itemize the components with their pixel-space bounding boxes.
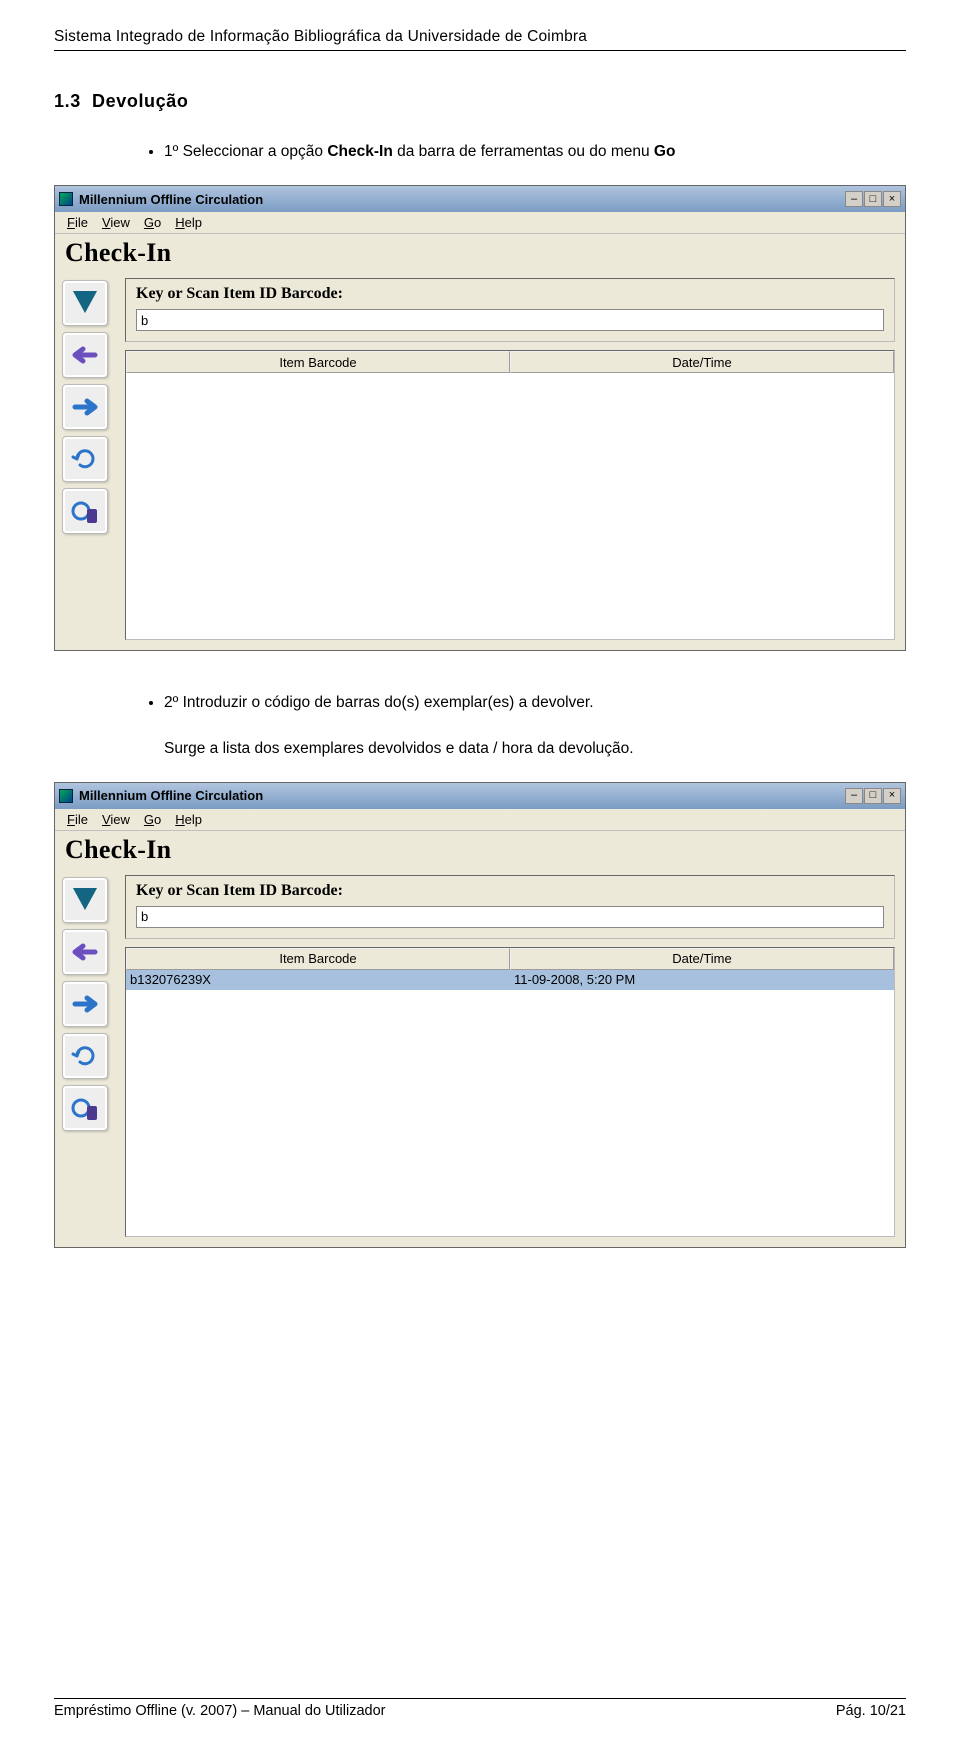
menu-view[interactable]: View bbox=[96, 213, 136, 232]
table-body-empty bbox=[126, 373, 894, 639]
window-title: Millennium Offline Circulation bbox=[79, 788, 263, 803]
col-datetime[interactable]: Date/Time bbox=[510, 948, 894, 970]
text: 1º Seleccionar a opção bbox=[164, 143, 327, 160]
instruction-item-1: 1º Seleccionar a opção Check-In da barra… bbox=[164, 140, 906, 163]
maximize-button[interactable]: □ bbox=[864, 788, 882, 804]
titlebar: Millennium Offline Circulation – □ × bbox=[55, 783, 905, 809]
checkin-bold: Check-In bbox=[327, 143, 392, 160]
toolbar-user-icon[interactable] bbox=[62, 1085, 108, 1131]
cell-barcode: b132076239X bbox=[126, 970, 510, 990]
footer-left: Empréstimo Offline (v. 2007) – Manual do… bbox=[54, 1703, 386, 1719]
page-title: Check-In bbox=[55, 831, 905, 867]
toolbar-arrow-left-icon[interactable] bbox=[62, 929, 108, 975]
menubar: File View Go Help bbox=[55, 809, 905, 831]
app-window-2: Millennium Offline Circulation – □ × Fil… bbox=[54, 782, 906, 1248]
menu-help[interactable]: Help bbox=[169, 810, 208, 829]
toolbar-left bbox=[57, 278, 113, 640]
table-row[interactable]: b132076239X 11-09-2008, 5:20 PM bbox=[126, 970, 894, 990]
toolbar-sync-icon[interactable] bbox=[62, 1033, 108, 1079]
col-barcode[interactable]: Item Barcode bbox=[126, 351, 510, 373]
toolbar-arrow-left-icon[interactable] bbox=[62, 332, 108, 378]
app-icon bbox=[59, 789, 73, 803]
barcode-group: Key or Scan Item ID Barcode: bbox=[125, 278, 895, 342]
section-name: Devolução bbox=[92, 91, 188, 111]
barcode-label: Key or Scan Item ID Barcode: bbox=[136, 882, 884, 900]
go-bold: Go bbox=[654, 143, 676, 160]
toolbar-left bbox=[57, 875, 113, 1237]
titlebar: Millennium Offline Circulation – □ × bbox=[55, 186, 905, 212]
document-header: Sistema Integrado de Informação Bibliogr… bbox=[54, 28, 906, 51]
footer-right: Pág. 10/21 bbox=[836, 1703, 906, 1719]
barcode-input[interactable] bbox=[136, 906, 884, 928]
toolbar-user-icon[interactable] bbox=[62, 488, 108, 534]
toolbar-sync-icon[interactable] bbox=[62, 436, 108, 482]
instruction-item-3: Surge a lista dos exemplares devolvidos … bbox=[164, 737, 906, 760]
section-number: 1.3 bbox=[54, 91, 81, 111]
instruction-list-3: Surge a lista dos exemplares devolvidos … bbox=[164, 737, 906, 760]
barcode-input[interactable] bbox=[136, 309, 884, 331]
col-barcode[interactable]: Item Barcode bbox=[126, 948, 510, 970]
barcode-label: Key or Scan Item ID Barcode: bbox=[136, 285, 884, 303]
minimize-button[interactable]: – bbox=[845, 788, 863, 804]
menu-file[interactable]: File bbox=[61, 213, 94, 232]
results-table: Item Barcode Date/Time bbox=[125, 350, 895, 640]
toolbar-arrow-right-icon[interactable] bbox=[62, 981, 108, 1027]
close-button[interactable]: × bbox=[883, 788, 901, 804]
toolbar-checkin-icon[interactable] bbox=[62, 877, 108, 923]
cell-datetime: 11-09-2008, 5:20 PM bbox=[510, 970, 894, 990]
menu-view[interactable]: View bbox=[96, 810, 136, 829]
col-datetime[interactable]: Date/Time bbox=[510, 351, 894, 373]
menu-help[interactable]: Help bbox=[169, 213, 208, 232]
app-window-1: Millennium Offline Circulation – □ × Fil… bbox=[54, 185, 906, 651]
instruction-list-1: 1º Seleccionar a opção Check-In da barra… bbox=[164, 140, 906, 163]
page-title: Check-In bbox=[55, 234, 905, 270]
section-title: 1.3 Devolução bbox=[54, 91, 906, 112]
toolbar-checkin-icon[interactable] bbox=[62, 280, 108, 326]
document-footer: Empréstimo Offline (v. 2007) – Manual do… bbox=[54, 1698, 906, 1719]
menubar: File View Go Help bbox=[55, 212, 905, 234]
text: da barra de ferramentas ou do menu bbox=[393, 143, 654, 160]
menu-go[interactable]: Go bbox=[138, 213, 167, 232]
close-button[interactable]: × bbox=[883, 191, 901, 207]
toolbar-arrow-right-icon[interactable] bbox=[62, 384, 108, 430]
minimize-button[interactable]: – bbox=[845, 191, 863, 207]
menu-file[interactable]: File bbox=[61, 810, 94, 829]
window-title: Millennium Offline Circulation bbox=[79, 192, 263, 207]
results-table: Item Barcode Date/Time b132076239X 11-09… bbox=[125, 947, 895, 1237]
instruction-item-2: 2º Introduzir o código de barras do(s) e… bbox=[164, 691, 906, 714]
table-body-empty bbox=[126, 990, 894, 1236]
barcode-group: Key or Scan Item ID Barcode: bbox=[125, 875, 895, 939]
instruction-list-2: 2º Introduzir o código de barras do(s) e… bbox=[164, 691, 906, 714]
app-icon bbox=[59, 192, 73, 206]
menu-go[interactable]: Go bbox=[138, 810, 167, 829]
maximize-button[interactable]: □ bbox=[864, 191, 882, 207]
